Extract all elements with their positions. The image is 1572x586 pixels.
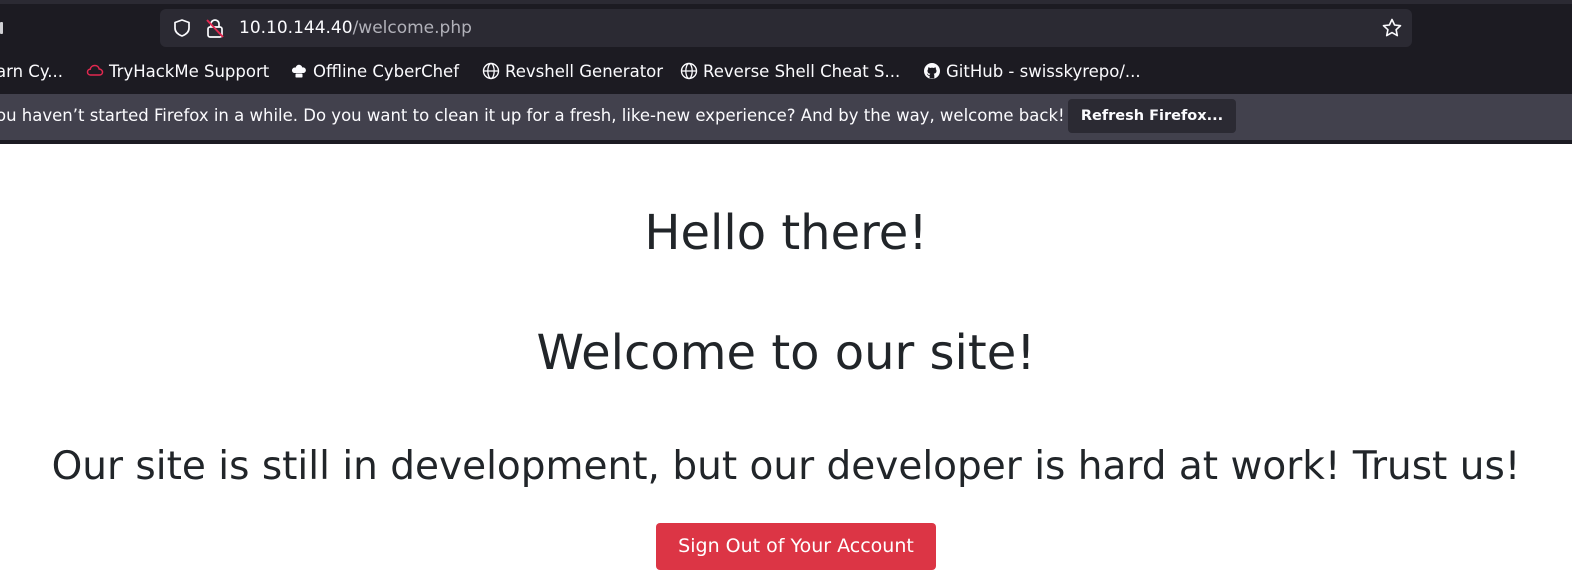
chef-hat-icon bbox=[290, 62, 308, 80]
bookmark-revshell-generator[interactable]: Revshell Generator bbox=[482, 60, 663, 82]
bookmark-tryhackme-support[interactable]: TryHackMe Support bbox=[86, 60, 269, 82]
url-bar[interactable]: 10.10.144.40/welcome.php bbox=[160, 9, 1412, 47]
development-notice: Our site is still in development, but ou… bbox=[51, 444, 1521, 489]
tab-edge-sliver bbox=[0, 22, 3, 34]
welcome-heading: Welcome to our site! bbox=[536, 325, 1036, 381]
bookmark-label: Revshell Generator bbox=[505, 61, 664, 81]
insecure-lock-icon[interactable] bbox=[204, 17, 226, 39]
bookmark-label: GitHub - swisskyrepo/... bbox=[946, 61, 1141, 81]
tracking-protection-shield-icon[interactable] bbox=[172, 18, 192, 38]
refresh-notification-bar: ou haven’t started Firefox in a while. D… bbox=[0, 94, 1572, 140]
globe-icon bbox=[482, 62, 500, 80]
sign-out-button[interactable]: Sign Out of Your Account bbox=[656, 523, 936, 570]
bookmark-reverse-shell-cheat-sheet[interactable]: Reverse Shell Cheat S... bbox=[680, 60, 900, 82]
globe-icon bbox=[680, 62, 698, 80]
bookmarks-toolbar: arn Cy... TryHackMe Support Offline Cybe… bbox=[0, 52, 1572, 90]
url-host: 10.10.144.40 bbox=[239, 18, 353, 38]
browser-chrome: 10.10.144.40/welcome.php arn Cy... TryHa… bbox=[0, 0, 1572, 144]
bookmark-offline-cyberchef[interactable]: Offline CyberChef bbox=[290, 60, 459, 82]
refresh-firefox-button[interactable]: Refresh Firefox... bbox=[1068, 99, 1236, 133]
tab-strip-edge bbox=[0, 0, 1572, 4]
bookmark-github-swisskyrepo[interactable]: GitHub - swisskyrepo/... bbox=[923, 60, 1141, 82]
bookmark-label: Offline CyberChef bbox=[313, 61, 460, 81]
url-path: /welcome.php bbox=[352, 18, 472, 38]
cloud-icon bbox=[86, 62, 104, 80]
hello-heading: Hello there! bbox=[644, 205, 928, 261]
bookmark-learn-cyber[interactable]: arn Cy... bbox=[0, 60, 63, 82]
url-text[interactable]: 10.10.144.40/welcome.php bbox=[239, 18, 472, 38]
bookmark-label: Reverse Shell Cheat S... bbox=[703, 61, 901, 81]
page-content: Hello there! Welcome to our site! Our si… bbox=[0, 144, 1572, 586]
bookmark-star-icon[interactable] bbox=[1381, 17, 1403, 39]
notification-message: ou haven’t started Firefox in a while. D… bbox=[0, 106, 1065, 125]
bookmark-label: arn Cy... bbox=[0, 61, 63, 81]
github-icon bbox=[923, 62, 941, 80]
bookmark-label: TryHackMe Support bbox=[109, 61, 270, 81]
